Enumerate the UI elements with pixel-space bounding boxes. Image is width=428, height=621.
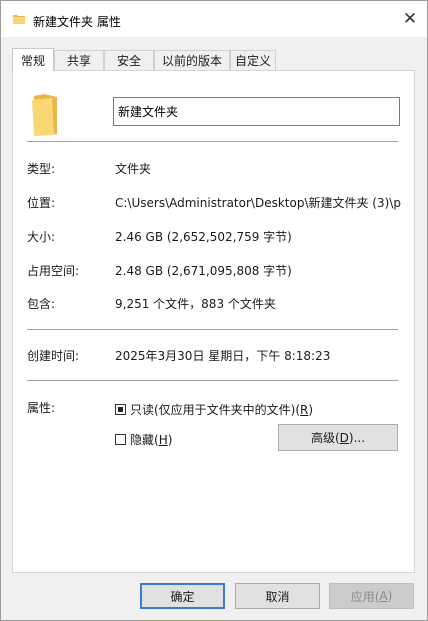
- folder-icon: [32, 94, 57, 136]
- readonly-checkbox[interactable]: 只读(仅应用于文件夹中的文件)(R): [115, 401, 313, 418]
- apply-button[interactable]: 应用(A): [329, 583, 414, 609]
- title-bar: 新建文件夹 属性 ✕: [1, 1, 427, 37]
- properties-dialog: 新建文件夹 属性 ✕ 常规 共享 安全 以前的版本 自定义 类型: 文件夹 位置…: [0, 0, 428, 621]
- checkbox-indeterminate-icon: [115, 404, 126, 415]
- readonly-label: 只读(仅应用于文件夹中的文件)(R): [130, 403, 314, 417]
- folder-name-input[interactable]: [113, 97, 400, 126]
- location-label: 位置:: [27, 196, 56, 210]
- hidden-checkbox[interactable]: 隐藏(H): [115, 431, 172, 448]
- type-label: 类型:: [27, 162, 56, 176]
- contains-value: 9,251 个文件，883 个文件夹: [115, 297, 276, 311]
- divider: [27, 141, 398, 142]
- hidden-label: 隐藏(H): [130, 433, 173, 447]
- created-value: 2025年3月30日 星期日，下午 8:18:23: [115, 349, 331, 363]
- checkbox-unchecked-icon: [115, 434, 126, 445]
- location-value: C:\Users\Administrator\Desktop\新建文件夹 (3)…: [115, 196, 401, 210]
- created-label: 创建时间:: [27, 349, 80, 363]
- size-on-disk-label: 占用空间:: [27, 264, 80, 278]
- advanced-button[interactable]: 高级(D)...: [278, 424, 398, 451]
- close-button[interactable]: ✕: [393, 1, 427, 37]
- size-on-disk-value: 2.48 GB (2,671,095,808 字节): [115, 264, 292, 278]
- cancel-button[interactable]: 取消: [235, 583, 320, 609]
- divider: [27, 380, 398, 381]
- divider: [27, 329, 398, 330]
- contains-label: 包含:: [27, 297, 56, 311]
- size-label: 大小:: [27, 230, 56, 244]
- tab-customize[interactable]: 自定义: [230, 50, 276, 70]
- tab-previous-versions[interactable]: 以前的版本: [154, 50, 230, 70]
- tab-security[interactable]: 安全: [104, 50, 154, 70]
- folder-icon: [13, 15, 25, 24]
- close-icon: ✕: [402, 9, 418, 29]
- tab-sharing[interactable]: 共享: [54, 50, 104, 70]
- general-panel: 类型: 文件夹 位置: C:\Users\Administrator\Deskt…: [12, 70, 415, 573]
- window-title: 新建文件夹 属性: [33, 15, 121, 29]
- attributes-label: 属性:: [27, 401, 56, 415]
- ok-button[interactable]: 确定: [140, 583, 225, 609]
- type-value: 文件夹: [115, 162, 152, 176]
- size-value: 2.46 GB (2,652,502,759 字节): [115, 230, 292, 244]
- tab-general[interactable]: 常规: [12, 48, 54, 71]
